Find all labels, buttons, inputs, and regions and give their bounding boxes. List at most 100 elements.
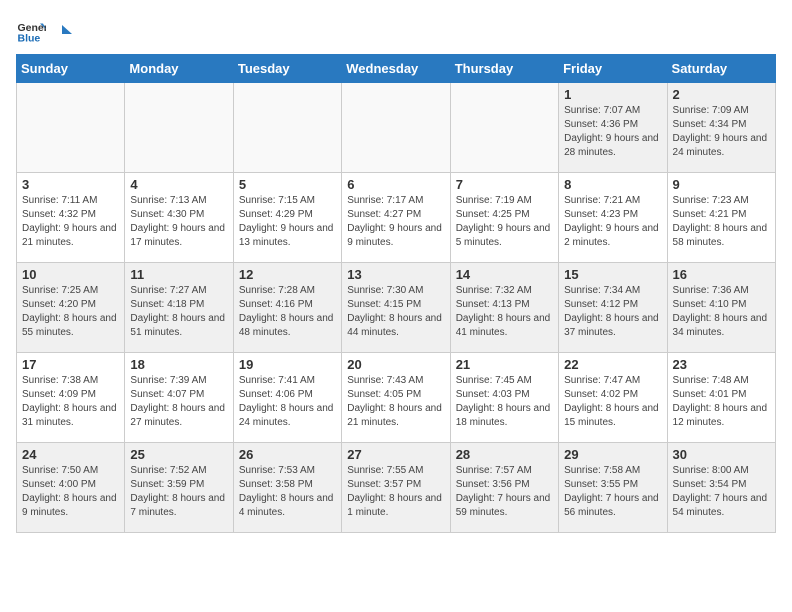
calendar-day-cell: 6Sunrise: 7:17 AM Sunset: 4:27 PM Daylig… [342,173,450,263]
calendar-day-cell: 29Sunrise: 7:58 AM Sunset: 3:55 PM Dayli… [559,443,667,533]
day-number: 3 [22,177,119,192]
day-info: Sunrise: 7:36 AM Sunset: 4:10 PM Dayligh… [673,284,770,340]
calendar-day-cell [125,83,233,173]
calendar-week-row: 24 Sunrise: 7:50 AM Sunset: 4:00 PM Dayli… [17,443,776,533]
day-info: Sunrise: 7:32 AM Sunset: 4:13 PM Dayligh… [456,284,553,340]
day-info: Sunrise: 7:43 AM Sunset: 4:05 PM Dayligh… [347,374,444,430]
calendar-day-cell: 12 Sunrise: 7:28 AM Sunset: 4:16 PM Dayli… [233,263,341,353]
logo-icon: General Blue [16,16,46,46]
day-info: Sunrise: 7:21 AM Sunset: 4:23 PM Dayligh… [564,194,661,250]
calendar-day-cell: 18 Sunrise: 7:39 AM Sunset: 4:07 PM Dayli… [125,353,233,443]
day-number: 27 [347,447,444,462]
calendar-day-cell: 27 Sunrise: 7:55 AM Sunset: 3:57 PM Dayli… [342,443,450,533]
calendar-header-cell: Friday [559,55,667,83]
calendar-day-cell: 5 Sunrise: 7:15 AM Sunset: 4:29 PM Daylig… [233,173,341,263]
calendar-day-cell: 8Sunrise: 7:21 AM Sunset: 4:23 PM Daylig… [559,173,667,263]
day-info: Sunrise: 8:00 AM Sunset: 3:54 PM Dayligh… [673,464,770,520]
calendar-header-cell: Sunday [17,55,125,83]
day-info: Sunrise: 7:41 AM Sunset: 4:06 PM Dayligh… [239,374,336,430]
calendar-week-row: 3 Sunrise: 7:11 AM Sunset: 4:32 PM Daylig… [17,173,776,263]
calendar-table: SundayMondayTuesdayWednesdayThursdayFrid… [16,54,776,533]
day-number: 25 [130,447,227,462]
day-info: Sunrise: 7:11 AM Sunset: 4:32 PM Dayligh… [22,194,119,250]
day-info: Sunrise: 7:52 AM Sunset: 3:59 PM Dayligh… [130,464,227,520]
calendar-day-cell: 23 Sunrise: 7:48 AM Sunset: 4:01 PM Dayli… [667,353,775,443]
day-number: 29 [564,447,661,462]
day-number: 20 [347,357,444,372]
logo-flag-icon [50,23,72,45]
calendar-header-cell: Saturday [667,55,775,83]
day-number: 15 [564,267,661,282]
day-info: Sunrise: 7:17 AM Sunset: 4:27 PM Dayligh… [347,194,444,250]
day-info: Sunrise: 7:19 AM Sunset: 4:25 PM Dayligh… [456,194,553,250]
calendar-day-cell: 13 Sunrise: 7:30 AM Sunset: 4:15 PM Dayli… [342,263,450,353]
logo: General Blue [16,16,72,46]
calendar-day-cell [233,83,341,173]
calendar-week-row: 10 Sunrise: 7:25 AM Sunset: 4:20 PM Dayli… [17,263,776,353]
day-info: Sunrise: 7:57 AM Sunset: 3:56 PM Dayligh… [456,464,553,520]
day-number: 11 [130,267,227,282]
calendar-day-cell: 22 Sunrise: 7:47 AM Sunset: 4:02 PM Dayli… [559,353,667,443]
calendar-day-cell: 1 Sunrise: 7:07 AM Sunset: 4:36 PM Daylig… [559,83,667,173]
day-number: 1 [564,87,661,102]
day-number: 30 [673,447,770,462]
day-number: 28 [456,447,553,462]
day-number: 18 [130,357,227,372]
day-info: Sunrise: 7:07 AM Sunset: 4:36 PM Dayligh… [564,104,661,160]
calendar-day-cell [342,83,450,173]
calendar-day-cell: 2 Sunrise: 7:09 AM Sunset: 4:34 PM Daylig… [667,83,775,173]
day-number: 10 [22,267,119,282]
day-number: 17 [22,357,119,372]
calendar-day-cell: 25 Sunrise: 7:52 AM Sunset: 3:59 PM Dayli… [125,443,233,533]
calendar-day-cell: 15 Sunrise: 7:34 AM Sunset: 4:12 PM Dayli… [559,263,667,353]
day-info: Sunrise: 7:25 AM Sunset: 4:20 PM Dayligh… [22,284,119,340]
day-number: 24 [22,447,119,462]
day-info: Sunrise: 7:55 AM Sunset: 3:57 PM Dayligh… [347,464,444,520]
day-info: Sunrise: 7:09 AM Sunset: 4:34 PM Dayligh… [673,104,770,160]
day-number: 4 [130,177,227,192]
calendar-day-cell: 30 Sunrise: 8:00 AM Sunset: 3:54 PM Dayli… [667,443,775,533]
day-number: 13 [347,267,444,282]
calendar-day-cell: 3 Sunrise: 7:11 AM Sunset: 4:32 PM Daylig… [17,173,125,263]
day-info: Sunrise: 7:34 AM Sunset: 4:12 PM Dayligh… [564,284,661,340]
calendar-day-cell [450,83,558,173]
page-header: General Blue [16,16,776,46]
day-info: Sunrise: 7:28 AM Sunset: 4:16 PM Dayligh… [239,284,336,340]
day-number: 23 [673,357,770,372]
calendar-header-cell: Wednesday [342,55,450,83]
calendar-body: 1 Sunrise: 7:07 AM Sunset: 4:36 PM Daylig… [17,83,776,533]
day-info: Sunrise: 7:39 AM Sunset: 4:07 PM Dayligh… [130,374,227,430]
day-number: 12 [239,267,336,282]
day-info: Sunrise: 7:38 AM Sunset: 4:09 PM Dayligh… [22,374,119,430]
calendar-day-cell: 16 Sunrise: 7:36 AM Sunset: 4:10 PM Dayli… [667,263,775,353]
day-info: Sunrise: 7:15 AM Sunset: 4:29 PM Dayligh… [239,194,336,250]
calendar-day-cell: 21Sunrise: 7:45 AM Sunset: 4:03 PM Dayli… [450,353,558,443]
calendar-day-cell: 19 Sunrise: 7:41 AM Sunset: 4:06 PM Dayli… [233,353,341,443]
day-info: Sunrise: 7:53 AM Sunset: 3:58 PM Dayligh… [239,464,336,520]
calendar-header-cell: Monday [125,55,233,83]
day-number: 26 [239,447,336,462]
calendar-header-cell: Tuesday [233,55,341,83]
calendar-day-cell [17,83,125,173]
day-number: 19 [239,357,336,372]
svg-text:Blue: Blue [18,33,41,45]
day-number: 16 [673,267,770,282]
day-number: 21 [456,357,553,372]
calendar-day-cell: 10 Sunrise: 7:25 AM Sunset: 4:20 PM Dayli… [17,263,125,353]
day-info: Sunrise: 7:50 AM Sunset: 4:00 PM Dayligh… [22,464,119,520]
day-info: Sunrise: 7:27 AM Sunset: 4:18 PM Dayligh… [130,284,227,340]
day-number: 5 [239,177,336,192]
day-number: 14 [456,267,553,282]
calendar-day-cell: 11 Sunrise: 7:27 AM Sunset: 4:18 PM Dayli… [125,263,233,353]
calendar-day-cell: 28 Sunrise: 7:57 AM Sunset: 3:56 PM Dayli… [450,443,558,533]
calendar-day-cell: 20 Sunrise: 7:43 AM Sunset: 4:05 PM Dayli… [342,353,450,443]
day-number: 9 [673,177,770,192]
calendar-day-cell: 9Sunrise: 7:23 AM Sunset: 4:21 PM Daylig… [667,173,775,263]
day-info: Sunrise: 7:13 AM Sunset: 4:30 PM Dayligh… [130,194,227,250]
day-number: 7 [456,177,553,192]
day-number: 22 [564,357,661,372]
day-info: Sunrise: 7:47 AM Sunset: 4:02 PM Dayligh… [564,374,661,430]
day-number: 2 [673,87,770,102]
day-info: Sunrise: 7:48 AM Sunset: 4:01 PM Dayligh… [673,374,770,430]
day-info: Sunrise: 7:30 AM Sunset: 4:15 PM Dayligh… [347,284,444,340]
